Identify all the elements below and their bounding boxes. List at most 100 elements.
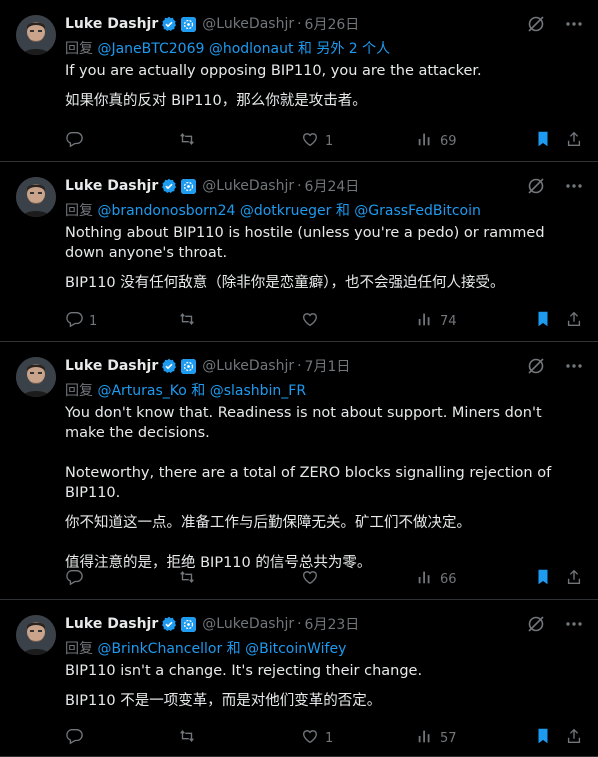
tweet-translation: BIP110 不是一项变革，而是对他们变革的否定。 <box>65 693 382 709</box>
reply-suffix[interactable]: 和 另外 2 个人 <box>298 41 390 57</box>
tweet[interactable]: Luke Dashjr @LukeDashjr · 6月23日 回复 @Brin… <box>0 600 598 757</box>
more-icon[interactable] <box>564 176 584 196</box>
share-button[interactable] <box>565 310 583 332</box>
like-button[interactable] <box>301 568 325 590</box>
share-icon <box>565 310 583 332</box>
retweet-button[interactable] <box>178 130 202 152</box>
tweet-date[interactable]: 6月23日 <box>305 614 360 634</box>
reply-mentions[interactable]: @JaneBTC2069 @hodlonaut <box>97 41 293 57</box>
reply-button[interactable] <box>65 727 89 749</box>
tweet-date[interactable]: 6月26日 <box>305 14 360 34</box>
reply-button[interactable] <box>65 568 89 590</box>
bookmark-button[interactable] <box>534 727 552 749</box>
tweet-top-actions <box>526 176 584 196</box>
like-button[interactable]: 1 <box>301 727 333 749</box>
tweet-top-actions <box>526 356 584 376</box>
tweet[interactable]: Luke Dashjr @LukeDashjr · 6月24日 回复 @bran… <box>0 162 598 342</box>
avatar[interactable] <box>16 357 56 397</box>
views-count: 69 <box>440 133 457 149</box>
replying-to: 回复 @BrinkChancellor 和 @BitcoinWifey <box>65 638 346 658</box>
bookmark-button[interactable] <box>534 130 552 152</box>
separator-dot: · <box>297 16 302 32</box>
more-icon[interactable] <box>564 356 584 376</box>
more-icon[interactable] <box>564 14 584 34</box>
reply-button[interactable] <box>65 130 89 152</box>
grok-icon[interactable] <box>526 614 546 634</box>
views-button[interactable]: 66 <box>416 568 457 590</box>
reply-icon <box>65 568 83 590</box>
author-handle[interactable]: @LukeDashjr <box>202 616 294 632</box>
reply-mentions[interactable]: @BrinkChancellor <box>97 641 222 657</box>
views-button[interactable]: 74 <box>416 310 457 332</box>
reply-mentions[interactable]: @brandonosborn24 @dotkrueger <box>97 203 331 219</box>
verified-icon <box>161 358 177 374</box>
reply-icon <box>65 130 83 152</box>
tweet[interactable]: Luke Dashjr @LukeDashjr · 7月1日 回复 @Artur… <box>0 342 598 600</box>
retweet-button[interactable] <box>178 727 202 749</box>
tweet-date[interactable]: 6月24日 <box>305 176 360 196</box>
grok-icon[interactable] <box>526 14 546 34</box>
more-icon[interactable] <box>564 614 584 634</box>
reply-suffix[interactable]: 和 @GrassFedBitcoin <box>336 203 481 219</box>
share-icon <box>565 727 583 749</box>
reply-suffix[interactable]: 和 @slashbin_FR <box>191 383 306 399</box>
tweet-actions: 1 69 <box>65 130 585 150</box>
reply-prefix: 回复 <box>65 641 93 657</box>
tweet-actions: 1 74 <box>65 310 585 330</box>
reply-button[interactable]: 1 <box>65 310 97 332</box>
separator-dot: · <box>297 178 302 194</box>
bookmark-icon <box>534 130 552 152</box>
affiliate-icon[interactable] <box>181 358 197 374</box>
replying-to: 回复 @JaneBTC2069 @hodlonaut 和 另外 2 个人 <box>65 38 390 58</box>
tweet-date[interactable]: 7月1日 <box>305 356 351 376</box>
tweet-text: BIP110 isn't a change. It's rejecting th… <box>65 663 423 679</box>
like-button[interactable] <box>301 310 325 332</box>
share-button[interactable] <box>565 727 583 749</box>
tweet-actions: 1 57 <box>65 727 585 747</box>
reply-icon <box>65 727 83 749</box>
tweet-body: BIP110 isn't a change. It's rejecting th… <box>65 661 580 721</box>
like-icon <box>301 568 319 590</box>
author-handle[interactable]: @LukeDashjr <box>202 16 294 32</box>
share-icon <box>565 130 583 152</box>
tweet-translation: 如果你真的反对 BIP110，那么你就是攻击者。 <box>65 93 367 109</box>
verified-icon <box>161 616 177 632</box>
bookmark-button[interactable] <box>534 568 552 590</box>
replying-to: 回复 @brandonosborn24 @dotkrueger 和 @Grass… <box>65 200 481 220</box>
author-handle[interactable]: @LukeDashjr <box>202 358 294 374</box>
avatar[interactable] <box>16 15 56 55</box>
author-name[interactable]: Luke Dashjr <box>65 178 158 194</box>
tweet-translation: BIP110 没有任何敌意（除非你是恋童癖），也不会强迫任何人接受。 <box>65 275 505 291</box>
reply-suffix[interactable]: 和 @BitcoinWifey <box>227 641 347 657</box>
bookmark-button[interactable] <box>534 310 552 332</box>
views-icon <box>416 727 434 749</box>
grok-icon[interactable] <box>526 176 546 196</box>
reply-mentions[interactable]: @Arturas_Ko <box>97 383 186 399</box>
reply-prefix: 回复 <box>65 41 93 57</box>
grok-icon[interactable] <box>526 356 546 376</box>
affiliate-icon[interactable] <box>181 16 197 32</box>
share-button[interactable] <box>565 130 583 152</box>
author-name[interactable]: Luke Dashjr <box>65 616 158 632</box>
separator-dot: · <box>297 616 302 632</box>
like-button[interactable]: 1 <box>301 130 333 152</box>
views-icon <box>416 310 434 332</box>
tweet[interactable]: Luke Dashjr @LukeDashjr · 6月26日 回复 @Jane… <box>0 0 598 162</box>
affiliate-icon[interactable] <box>181 178 197 194</box>
views-button[interactable]: 57 <box>416 727 457 749</box>
author-name[interactable]: Luke Dashjr <box>65 16 158 32</box>
separator-dot: · <box>297 358 302 374</box>
author-handle[interactable]: @LukeDashjr <box>202 178 294 194</box>
tweet-body: Nothing about BIP110 is hostile (unless … <box>65 223 580 303</box>
author-name[interactable]: Luke Dashjr <box>65 358 158 374</box>
retweet-button[interactable] <box>178 568 202 590</box>
like-icon <box>301 310 319 332</box>
share-button[interactable] <box>565 568 583 590</box>
avatar[interactable] <box>16 177 56 217</box>
affiliate-icon[interactable] <box>181 616 197 632</box>
views-button[interactable]: 69 <box>416 130 457 152</box>
bookmark-icon <box>534 568 552 590</box>
avatar[interactable] <box>16 615 56 655</box>
retweet-button[interactable] <box>178 310 202 332</box>
retweet-icon <box>178 310 196 332</box>
